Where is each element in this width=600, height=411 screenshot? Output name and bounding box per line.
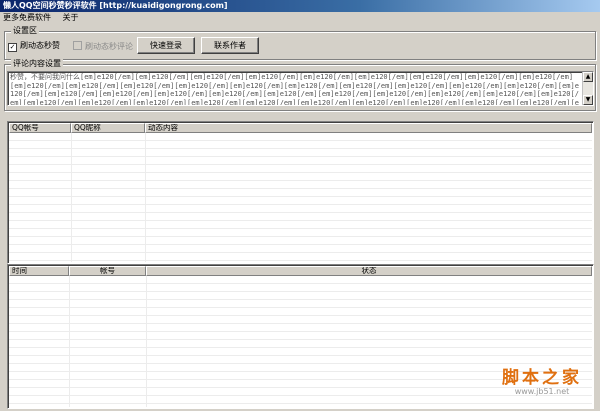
comment-content-textarea[interactable]: 秒赞，不要问我问什么[em]e120[/em][em]e120[/em][em]… — [7, 71, 594, 106]
watermark-url: www.jb51.net — [514, 387, 570, 396]
auto-like-label: 刷动态秒赞 — [20, 41, 60, 50]
column-qq-nickname[interactable]: QQ昵称 — [71, 123, 145, 133]
log-list-header: 时间 帐号 状态 — [9, 266, 592, 276]
watermark: 脚本之家 www.jb51.net — [502, 369, 582, 397]
window-title: 懒人QQ空间秒赞秒评软件 [http://kuaidigongrong.com] — [0, 0, 600, 12]
checkbox-unchecked-icon — [73, 41, 82, 50]
scroll-down-icon[interactable]: ▼ — [583, 95, 593, 105]
column-feed-content[interactable]: 动态内容 — [145, 123, 592, 133]
feed-list-header: QQ帐号 QQ昵称 动态内容 — [9, 123, 592, 133]
menu-more-free-software[interactable]: 更多免费软件 — [3, 13, 51, 22]
auto-comment-checkbox[interactable]: 刷动态秒评论 — [73, 41, 133, 52]
quick-login-button[interactable]: 快速登录 — [137, 37, 195, 54]
column-time[interactable]: 时间 — [9, 266, 69, 276]
comment-scrollbar[interactable]: ▲ ▼ — [582, 72, 593, 105]
feed-list[interactable]: QQ帐号 QQ昵称 动态内容 — [7, 121, 594, 264]
watermark-text: 脚本之家 — [502, 368, 582, 388]
column-divider — [69, 276, 70, 407]
comment-content-text: 秒赞，不要问我问什么[em]e120[/em][em]e120[/em][em]… — [10, 73, 579, 106]
feed-list-rows — [9, 133, 592, 262]
menu-about[interactable]: 关于 — [63, 13, 79, 22]
contact-author-button[interactable]: 联系作者 — [201, 37, 259, 54]
scroll-up-icon[interactable]: ▲ — [583, 72, 593, 82]
column-divider — [71, 133, 72, 262]
column-divider — [146, 276, 147, 407]
menu-bar: 更多免费软件 关于 — [0, 12, 600, 23]
settings-group-label: 设置区 — [11, 26, 39, 36]
comment-group-label: 评论内容设置 — [11, 59, 63, 69]
auto-like-checkbox[interactable]: ✓ 刷动态秒赞 — [8, 41, 60, 52]
column-status[interactable]: 状态 — [146, 266, 592, 276]
column-divider — [145, 133, 146, 262]
column-qq-account[interactable]: QQ帐号 — [9, 123, 71, 133]
checkbox-checked-icon: ✓ — [8, 43, 17, 52]
auto-comment-label: 刷动态秒评论 — [85, 42, 133, 51]
column-account[interactable]: 帐号 — [69, 266, 146, 276]
